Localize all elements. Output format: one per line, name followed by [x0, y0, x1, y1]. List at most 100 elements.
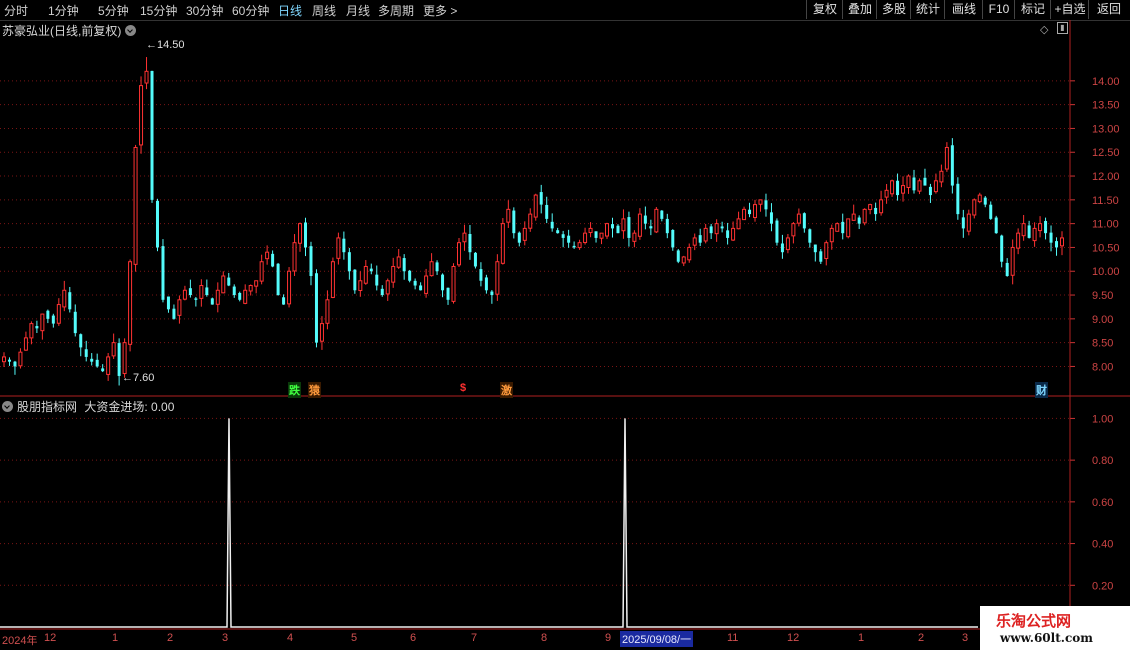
candle-body: [621, 218, 626, 232]
y-tick-label: 0.20: [1092, 580, 1113, 592]
candle-body: [117, 343, 121, 376]
candle-body: [556, 230, 560, 234]
candle-body: [13, 361, 17, 367]
candle-body: [282, 297, 286, 305]
candle-body: [1000, 235, 1004, 262]
candle-body: [944, 146, 949, 170]
candle-body: [314, 273, 318, 343]
candle-body: [1005, 262, 1009, 276]
y-tick-label: 0.80: [1092, 455, 1113, 467]
candle-body: [748, 209, 752, 215]
candle-body: [780, 243, 784, 253]
candle-body: [594, 231, 598, 238]
candle-body: [271, 253, 275, 267]
candle-body: [210, 298, 214, 305]
candle-body: [879, 199, 884, 214]
candle-body: [319, 323, 324, 342]
candle-body: [35, 326, 39, 329]
kline-chart[interactable]: 8.008.509.009.5010.0010.5011.0011.5012.0…: [0, 0, 1130, 650]
y-tick-label: 10.00: [1092, 266, 1120, 278]
candle-body: [1049, 232, 1053, 243]
candle-body: [500, 223, 505, 264]
candle-body: [292, 242, 297, 272]
candle-body: [402, 258, 406, 272]
candle-body: [144, 70, 149, 84]
candle-body: [353, 269, 357, 291]
candle-body: [456, 242, 461, 266]
candle-body: [265, 251, 270, 260]
candle-body: [172, 308, 176, 319]
candle-body: [298, 223, 303, 244]
candle-body: [375, 274, 379, 286]
indicator-value: 大资金进场: 0.00: [84, 400, 175, 414]
candle-body: [23, 337, 28, 351]
panel-toggle-icon[interactable]: ▮: [1057, 22, 1068, 34]
y-tick-label: 8.00: [1092, 361, 1113, 373]
main-y-axis: 8.00 8.50 9.00 9.50 10.00 10.50 11.00 11.50 12.0…: [1070, 76, 1120, 373]
candle-body: [408, 270, 412, 281]
date-label: 3: [962, 632, 969, 644]
date-label: 5: [351, 632, 358, 644]
arrow-left-icon: ←: [146, 39, 157, 51]
candle-body: [956, 183, 960, 215]
candle-body: [643, 215, 647, 224]
candle-body: [287, 270, 292, 305]
candle-body: [539, 192, 543, 205]
candle-body: [742, 208, 747, 221]
candle-body: [917, 180, 922, 192]
date-label: 2024年: [2, 635, 38, 647]
candle-body: [726, 230, 730, 238]
candle-body: [522, 227, 527, 241]
candle-body: [829, 227, 834, 243]
y-tick-label: 12.50: [1092, 147, 1120, 159]
candle-body: [512, 210, 516, 234]
candle-body: [671, 229, 675, 248]
candle-body: [363, 265, 368, 284]
candle-body: [709, 226, 713, 234]
candle-body: [665, 218, 669, 234]
watermark-line2: www.60lt.com: [1000, 631, 1093, 645]
candle-body: [906, 175, 911, 188]
candle-body: [533, 194, 538, 218]
y-tick-label: 9.50: [1092, 290, 1113, 302]
candle-body: [545, 204, 549, 219]
candle-body: [73, 311, 77, 334]
candle-body: [1038, 223, 1043, 232]
candle-body: [243, 289, 248, 304]
candle-body: [851, 213, 856, 221]
candle-body: [736, 218, 741, 230]
date-label: 11: [727, 632, 739, 644]
y-tick-label: 9.00: [1092, 314, 1113, 326]
date-label: 8: [541, 632, 548, 644]
date-label: 9: [605, 632, 612, 644]
candle-body: [122, 342, 127, 375]
candle-body: [567, 235, 571, 243]
candle-body: [336, 237, 341, 259]
diamond-icon[interactable]: ◇: [1040, 23, 1048, 36]
candle-body: [703, 227, 708, 242]
chart-frame: [0, 20, 1130, 630]
y-tick-label: 13.00: [1092, 123, 1120, 135]
candle-body: [391, 265, 396, 283]
date-label: 3: [222, 632, 229, 644]
chevron-down-icon[interactable]: [125, 25, 137, 36]
candle-body: [1016, 232, 1021, 249]
candle-body: [862, 208, 867, 224]
candle-body: [901, 185, 906, 194]
candle-body: [304, 222, 308, 248]
candle-body: [462, 232, 467, 243]
chevron-down-icon[interactable]: [2, 401, 13, 412]
candle-body: [484, 277, 488, 291]
y-tick-label: 11.50: [1092, 195, 1119, 207]
candle-body: [610, 224, 614, 229]
date-label: 6: [410, 632, 417, 644]
candle-body: [676, 250, 680, 262]
candle-body: [161, 246, 165, 300]
candle-body: [561, 234, 565, 238]
low-label: ←7.60: [122, 372, 154, 384]
candle-body: [106, 356, 111, 375]
candle-body: [155, 200, 159, 248]
candle-body: [884, 189, 889, 198]
candle-body: [473, 252, 477, 267]
candle-body: [874, 207, 878, 215]
